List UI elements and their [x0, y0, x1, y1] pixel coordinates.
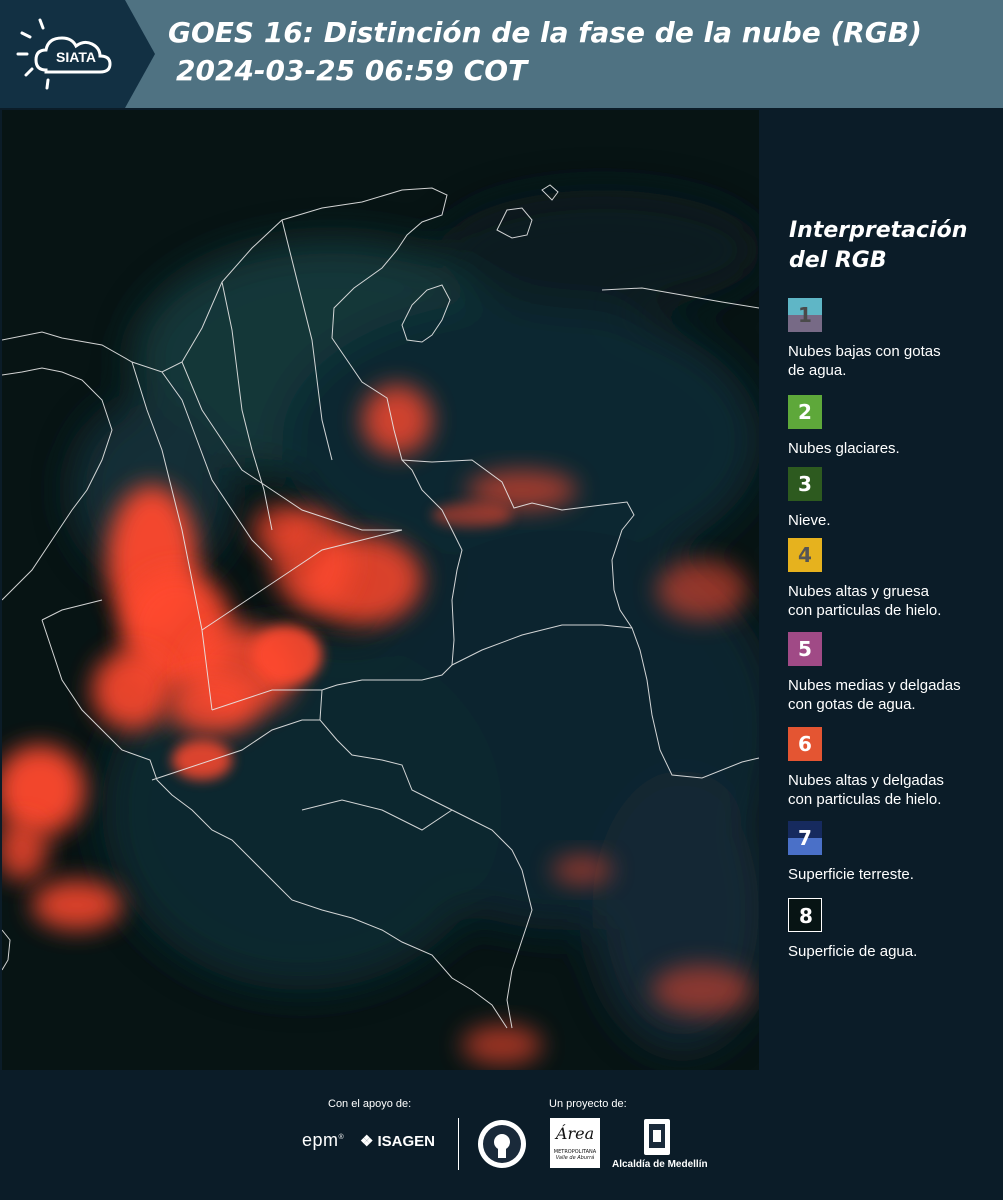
legend-label-line-1: Superficie terreste. — [788, 866, 914, 883]
legend-item-5: 5 Nubes medias y delgadas con gotas de agu… — [788, 632, 1003, 714]
legend-item-8: 8 Superficie de agua. — [788, 898, 1003, 961]
legend-number: 7 — [798, 826, 812, 850]
footer-divider — [458, 1118, 459, 1170]
legend-label-line-1: Nubes altas y delgadas — [788, 772, 944, 789]
legend-label: Nubes bajas con gotas de agua. — [788, 342, 1003, 380]
legend-number: 4 — [798, 543, 812, 567]
legend-number: 1 — [798, 303, 812, 327]
legend-label: Nubes altas y delgadas con particulas de … — [788, 771, 1003, 809]
legend-label-line-1: Nubes glaciares. — [788, 440, 900, 457]
alcaldia-text: Alcaldía de Medellín — [612, 1159, 708, 1170]
support-label: Con el apoyo de: — [328, 1098, 412, 1110]
epm-logo: epm® — [302, 1130, 345, 1150]
page-title: GOES 16: Distinción de la fase de la nub… — [168, 14, 922, 90]
legend-swatch-5: 5 — [788, 632, 822, 666]
legend-item-4: 4 Nubes altas y gruesa con particulas de h… — [788, 538, 1003, 620]
legend-number: 3 — [798, 472, 812, 496]
legend-item-7: 7 Superficie terreste. — [788, 821, 1003, 884]
legend-number: 6 — [798, 732, 812, 756]
legend-swatch-4: 4 — [788, 538, 822, 572]
area-metropolitana-logo: Área METROPOLITANA Valle de Aburrá — [550, 1118, 600, 1168]
title-line-1: GOES 16: Distinción de la fase de la nub… — [168, 16, 922, 49]
legend-panel: Interpretación del RGB 1 Nubes bajas con … — [760, 110, 1003, 1070]
legend-label: Nubes glaciares. — [788, 439, 1003, 458]
legend-label-line-1: Nubes altas y gruesa — [788, 583, 929, 600]
area-logo-sub2: Valle de Aburrá — [555, 1155, 595, 1161]
alcaldia-shield-icon — [644, 1119, 670, 1155]
legend-swatch-6: 6 — [788, 727, 822, 761]
legend-title-line-2: del RGB — [789, 248, 887, 273]
legend-label-line-1: Nubes medias y delgadas — [788, 677, 961, 694]
map-canvas — [2, 110, 759, 1070]
legend-swatch-7: 7 — [788, 821, 822, 855]
legend-item-1: 1 Nubes bajas con gotas de agua. — [788, 298, 1003, 380]
isagen-mark-icon: ❖ — [360, 1133, 374, 1150]
legend-number: 8 — [799, 904, 813, 928]
legend-label-line-2: con particulas de hielo. — [788, 602, 942, 619]
legend-label-line-2: con gotas de agua. — [788, 696, 916, 713]
legend-item-2: 2 Nubes glaciares. — [788, 395, 1003, 458]
legend-swatch-3: 3 — [788, 467, 822, 501]
siata-logo: SIATA — [0, 0, 155, 108]
area-logo-text: Área — [555, 1124, 595, 1143]
legend-label: Nieve. — [788, 511, 1003, 530]
legend-swatch-1: 1 — [788, 298, 822, 332]
legend-label-line-2: de agua. — [788, 362, 847, 379]
isagen-logo: ❖ ISAGEN — [360, 1132, 435, 1150]
isagen-logo-text: ISAGEN — [377, 1133, 435, 1150]
legend-label-line-2: con particulas de hielo. — [788, 791, 942, 808]
legend-label: Nubes altas y gruesa con particulas de hi… — [788, 582, 1003, 620]
legend-number: 5 — [798, 637, 812, 661]
legend-label: Superficie terreste. — [788, 865, 1003, 884]
legend-number: 2 — [798, 400, 812, 424]
satellite-map — [2, 110, 759, 1070]
seal-icon — [478, 1120, 526, 1168]
header-bar: SIATA GOES 16: Distinción de la fase de … — [0, 0, 1003, 108]
epm-logo-text: epm — [302, 1130, 339, 1150]
legend-swatch-2: 2 — [788, 395, 822, 429]
legend-label: Nubes medias y delgadas con gotas de agua… — [788, 676, 1003, 714]
footer: Con el apoyo de: Un proyecto de: epm® ❖ I… — [0, 1070, 1003, 1200]
logo-text: SIATA — [56, 49, 96, 65]
legend-item-3: 3 Nieve. — [788, 467, 1003, 530]
legend-label-line-1: Superficie de agua. — [788, 943, 918, 960]
project-label: Un proyecto de: — [549, 1098, 627, 1110]
legend-title-line-1: Interpretación — [789, 218, 968, 243]
legend-item-6: 6 Nubes altas y delgadas con particulas de… — [788, 727, 1003, 809]
title-line-2: 2024-03-25 06:59 COT — [176, 54, 528, 87]
legend-title: Interpretación del RGB — [789, 216, 967, 276]
legend-swatch-8: 8 — [788, 898, 822, 932]
legend-label-line-1: Nieve. — [788, 512, 831, 529]
legend-label: Superficie de agua. — [788, 942, 1003, 961]
legend-label-line-1: Nubes bajas con gotas — [788, 343, 941, 360]
